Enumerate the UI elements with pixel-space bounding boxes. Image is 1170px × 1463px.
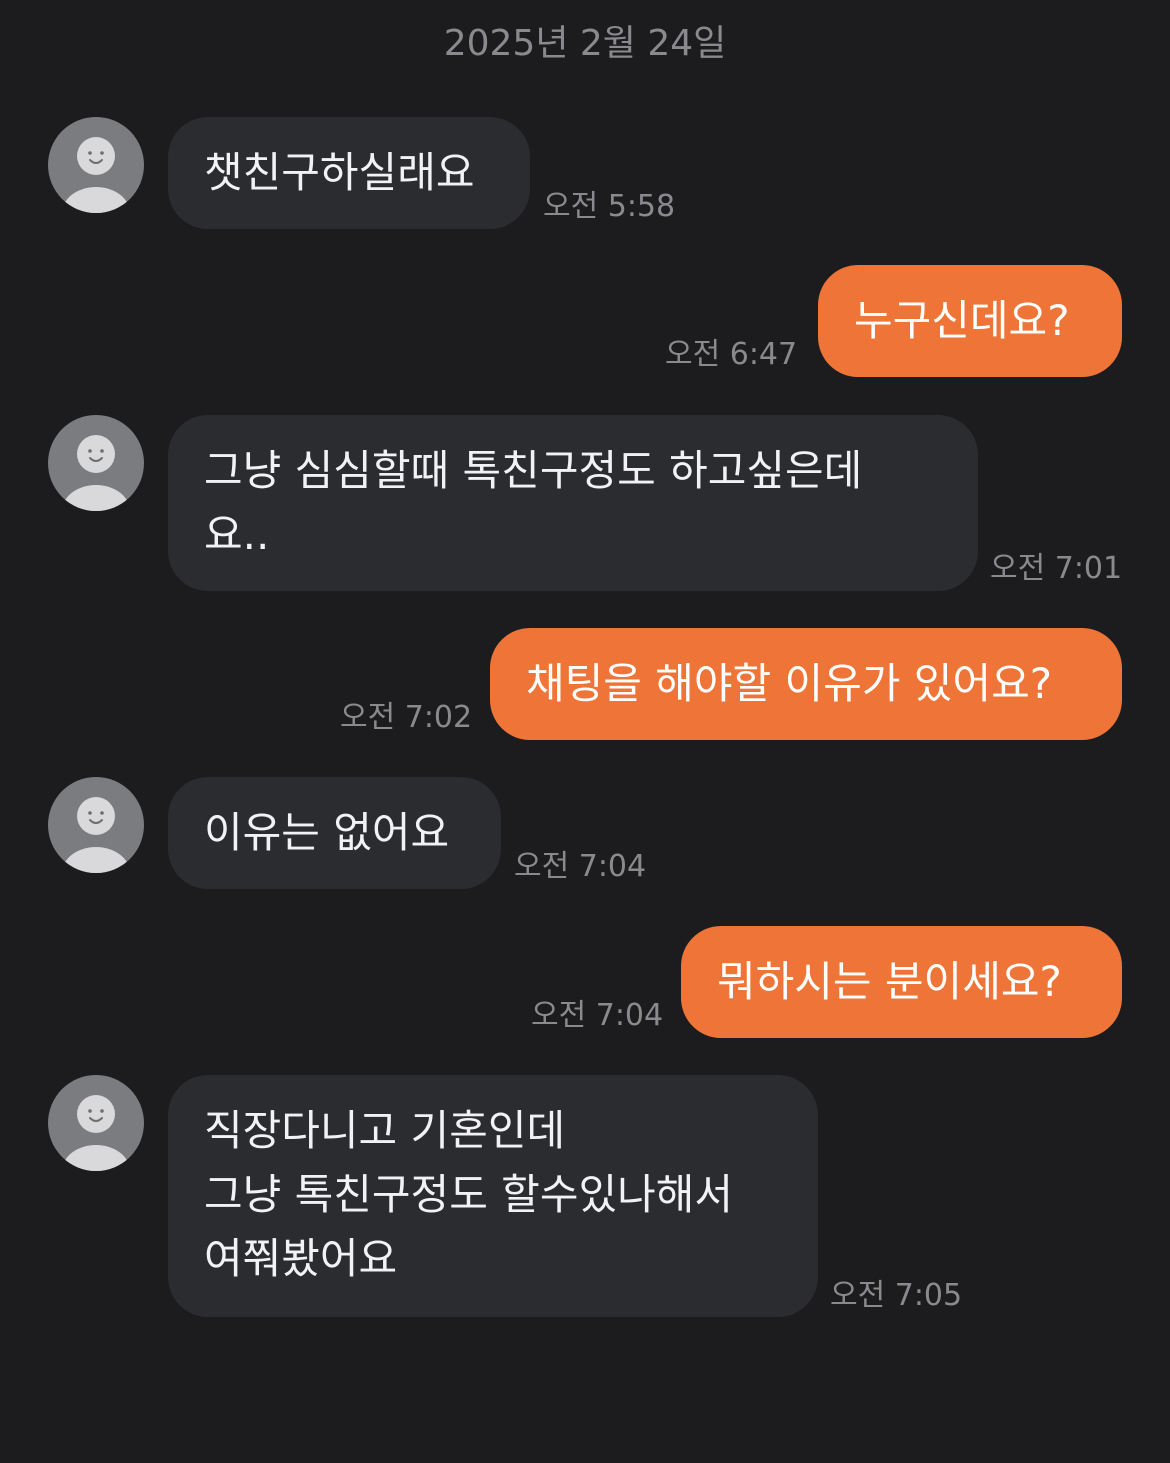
message-bubble-incoming[interactable]: 챗친구하실래요: [168, 117, 530, 229]
message-bubble-incoming[interactable]: 그냥 심심할때 톡친구정도 하고싶은데 요..: [168, 415, 978, 591]
message-timestamp: 오전 7:05: [830, 1278, 963, 1313]
message-timestamp: 오전 6:47: [665, 337, 798, 372]
message-timestamp: 오전 7:01: [990, 551, 1123, 586]
sender-avatar[interactable]: [48, 1075, 144, 1171]
sender-avatar[interactable]: [48, 117, 144, 213]
message-bubble-incoming[interactable]: 이유는 없어요: [168, 777, 501, 889]
message-timestamp: 오전 5:58: [543, 189, 676, 224]
message-bubble-outgoing[interactable]: 누구신데요?: [818, 265, 1122, 377]
message-bubble-outgoing[interactable]: 뭐하시는 분이세요?: [681, 926, 1122, 1038]
default-profile-icon: [62, 797, 130, 873]
message-bubble-outgoing[interactable]: 채팅을 해야할 이유가 있어요?: [490, 628, 1122, 740]
message-bubble-incoming[interactable]: 직장다니고 기혼인데 그냥 톡친구정도 할수있나해서 여쭤봤어요: [168, 1075, 818, 1317]
sender-avatar[interactable]: [48, 777, 144, 873]
default-profile-icon: [62, 137, 130, 213]
date-header: 2025년 2월 24일: [443, 23, 727, 64]
default-profile-icon: [62, 1095, 130, 1171]
message-timestamp: 오전 7:04: [514, 849, 647, 884]
sender-avatar[interactable]: [48, 415, 144, 511]
default-profile-icon: [62, 435, 130, 511]
message-timestamp: 오전 7:02: [340, 700, 473, 735]
message-timestamp: 오전 7:04: [531, 998, 664, 1033]
